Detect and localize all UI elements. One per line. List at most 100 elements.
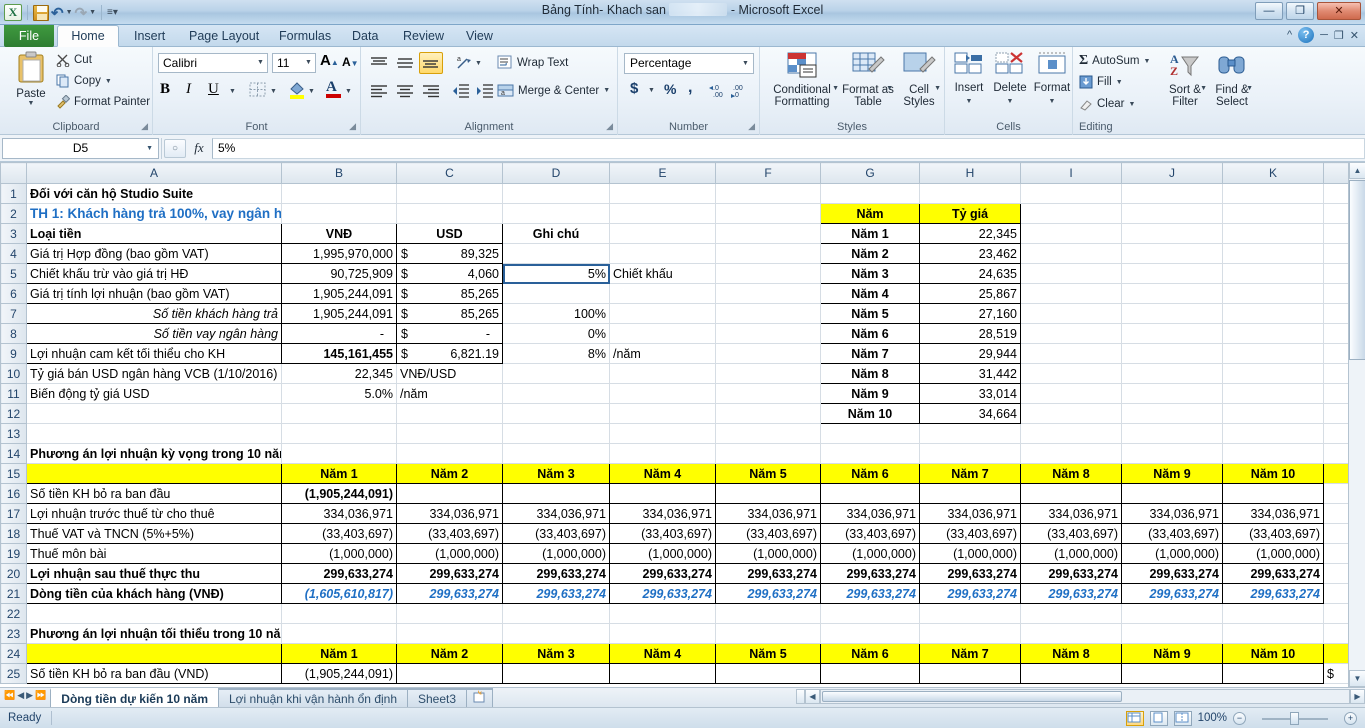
hscroll-right-button[interactable]: ▶ bbox=[1350, 689, 1365, 704]
cell-I20[interactable]: 299,633,274 bbox=[1020, 563, 1122, 584]
row-header-23[interactable]: 23 bbox=[0, 623, 27, 644]
insert-function-icon[interactable]: fx bbox=[186, 140, 212, 156]
decrease-font-size-icon[interactable]: A▼ bbox=[342, 55, 359, 69]
status-right-controls[interactable]: 100% − + bbox=[1125, 710, 1365, 726]
next-sheet-icon[interactable]: ▶ bbox=[26, 690, 33, 701]
cell-L19[interactable] bbox=[1323, 543, 1349, 564]
cell-A12[interactable] bbox=[26, 403, 282, 424]
conditional-formatting-dropdown-icon[interactable]: ▼ bbox=[832, 85, 839, 92]
align-top-icon[interactable] bbox=[369, 55, 389, 71]
cell-B16[interactable]: (1,905,244,091) bbox=[281, 483, 397, 504]
cell-H2[interactable]: Tỷ giá bbox=[919, 203, 1021, 224]
decrease-decimal-icon[interactable]: .00.0 bbox=[730, 82, 750, 98]
cell-E8[interactable] bbox=[609, 323, 716, 344]
row-header-1[interactable]: 1 bbox=[0, 183, 27, 204]
row-header-15[interactable]: 15 bbox=[0, 463, 27, 484]
tab-view[interactable]: View bbox=[455, 25, 504, 47]
cell-F18[interactable]: (33,403,697) bbox=[715, 523, 821, 544]
alignment-dialog-launcher-icon[interactable]: ◢ bbox=[606, 121, 613, 132]
cell-E14[interactable] bbox=[609, 443, 716, 464]
cell-H3[interactable]: 22,345 bbox=[919, 223, 1021, 244]
cell-F23[interactable] bbox=[715, 623, 821, 644]
cell-D21[interactable]: 299,633,274 bbox=[502, 583, 610, 604]
zoom-slider[interactable] bbox=[1252, 711, 1338, 725]
clipboard-dialog-launcher-icon[interactable]: ◢ bbox=[141, 121, 148, 132]
window-controls[interactable]: — ❐ ✕ bbox=[1255, 2, 1361, 20]
cell-E9[interactable]: /năm bbox=[609, 343, 716, 364]
cell-K14[interactable] bbox=[1222, 443, 1324, 464]
fill-button[interactable]: Fill ▼ bbox=[1079, 75, 1123, 89]
cell-D3[interactable]: Ghi chú bbox=[502, 223, 610, 244]
increase-font-size-icon[interactable]: A▲ bbox=[320, 52, 339, 69]
cell-D16[interactable] bbox=[502, 483, 610, 504]
cell-C18[interactable]: (33,403,697) bbox=[396, 523, 503, 544]
row-header-19[interactable]: 19 bbox=[0, 543, 27, 564]
align-left-icon[interactable] bbox=[369, 83, 389, 99]
cell-L1[interactable] bbox=[1323, 183, 1349, 204]
cell-I1[interactable] bbox=[1020, 183, 1122, 204]
cell-K1[interactable] bbox=[1222, 183, 1324, 204]
align-center-icon[interactable] bbox=[395, 83, 415, 99]
cell-E13[interactable] bbox=[609, 423, 716, 444]
autosum-button[interactable]: Σ AutoSum ▼ bbox=[1079, 53, 1150, 69]
cell-A4[interactable]: Giá trị Hợp đồng (bao gồm VAT) bbox=[26, 243, 282, 264]
increase-indent-icon[interactable] bbox=[475, 83, 495, 99]
column-header-B[interactable]: B bbox=[281, 162, 397, 184]
name-box[interactable]: D5 ▼ bbox=[2, 137, 159, 159]
cell-G11[interactable]: Năm 9 bbox=[820, 383, 920, 404]
cell-B15[interactable]: Năm 1 bbox=[281, 463, 397, 484]
cell-J1[interactable] bbox=[1121, 183, 1223, 204]
cell-F20[interactable]: 299,633,274 bbox=[715, 563, 821, 584]
cell-I18[interactable]: (33,403,697) bbox=[1020, 523, 1122, 544]
cell-E3[interactable] bbox=[609, 223, 716, 244]
cell-D24[interactable]: Năm 3 bbox=[502, 643, 610, 664]
format-cells-dropdown-icon[interactable]: ▼ bbox=[1049, 98, 1056, 105]
delete-cells-dropdown-icon[interactable]: ▼ bbox=[1007, 98, 1014, 105]
underline-dropdown-icon[interactable]: ▼ bbox=[229, 88, 236, 95]
sheet-tab-dong-tien[interactable]: Dòng tiền dự kiến 10 năm bbox=[50, 688, 219, 707]
cell-D15[interactable]: Năm 3 bbox=[502, 463, 610, 484]
cell-I10[interactable] bbox=[1020, 363, 1122, 384]
row-header-9[interactable]: 9 bbox=[0, 343, 27, 364]
cell-A25[interactable]: Số tiền KH bỏ ra ban đầu (VND) bbox=[26, 663, 282, 684]
cell-E7[interactable] bbox=[609, 303, 716, 324]
cell-H9[interactable]: 29,944 bbox=[919, 343, 1021, 364]
row-header-21[interactable]: 21 bbox=[0, 583, 27, 604]
bold-button[interactable]: B bbox=[160, 81, 170, 98]
cell-E25[interactable] bbox=[609, 663, 716, 684]
font-family-dropdown-icon[interactable]: ▼ bbox=[257, 59, 264, 66]
cell-L15[interactable] bbox=[1323, 463, 1349, 484]
cell-D18[interactable]: (33,403,697) bbox=[502, 523, 610, 544]
zoom-slider-thumb[interactable] bbox=[1290, 712, 1299, 725]
zoom-level-label[interactable]: 100% bbox=[1198, 712, 1227, 724]
tab-review[interactable]: Review bbox=[392, 25, 455, 47]
orientation-icon[interactable]: a bbox=[455, 55, 475, 71]
cell-J9[interactable] bbox=[1121, 343, 1223, 364]
font-family-input[interactable]: Calibri bbox=[158, 53, 268, 73]
cell-styles-dropdown-icon[interactable]: ▼ bbox=[934, 85, 941, 92]
cell-H23[interactable] bbox=[919, 623, 1021, 644]
cell-L20[interactable] bbox=[1323, 563, 1349, 584]
cell-C15[interactable]: Năm 2 bbox=[396, 463, 503, 484]
cell-I14[interactable] bbox=[1020, 443, 1122, 464]
cell-L16[interactable] bbox=[1323, 483, 1349, 504]
fill-color-dropdown-icon[interactable]: ▼ bbox=[308, 88, 315, 95]
comma-format-button[interactable]: , bbox=[688, 79, 692, 97]
clear-dropdown-icon[interactable]: ▼ bbox=[1128, 101, 1135, 108]
cell-L24[interactable] bbox=[1323, 643, 1349, 664]
cell-C1[interactable] bbox=[396, 183, 503, 204]
delete-cells-button[interactable]: Delete ▼ bbox=[989, 51, 1031, 106]
cell-J2[interactable] bbox=[1121, 203, 1223, 224]
cell-I17[interactable]: 334,036,971 bbox=[1020, 503, 1122, 524]
cell-G16[interactable] bbox=[820, 483, 920, 504]
cell-H20[interactable]: 299,633,274 bbox=[919, 563, 1021, 584]
cell-I15[interactable]: Năm 8 bbox=[1020, 463, 1122, 484]
cell-J13[interactable] bbox=[1121, 423, 1223, 444]
cell-L14[interactable] bbox=[1323, 443, 1349, 464]
row-header-12[interactable]: 12 bbox=[0, 403, 27, 424]
cell-J12[interactable] bbox=[1121, 403, 1223, 424]
cell-L2[interactable] bbox=[1323, 203, 1349, 224]
cell-J5[interactable] bbox=[1121, 263, 1223, 284]
merge-center-button[interactable]: a Merge & Center ▼ bbox=[497, 83, 610, 98]
cell-K9[interactable] bbox=[1222, 343, 1324, 364]
